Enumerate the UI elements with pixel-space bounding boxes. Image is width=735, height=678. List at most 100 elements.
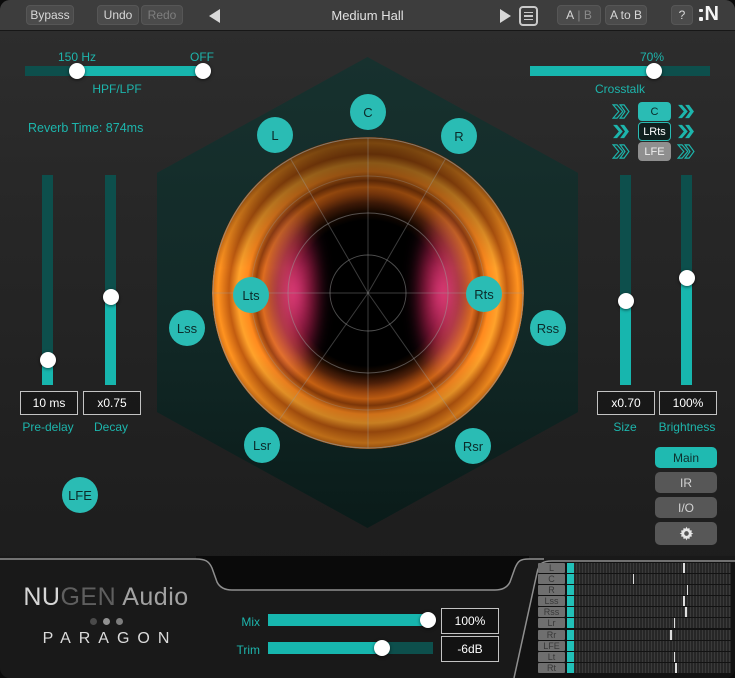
chevron-right-icon[interactable] [677,104,695,119]
settings-button[interactable] [655,522,717,545]
meter-level [567,563,574,573]
help-button[interactable]: ? [671,5,693,25]
peak-marker [675,663,677,673]
peak-marker [683,596,685,606]
product-name: PARAGON [0,630,212,648]
decay-handle[interactable] [103,289,119,305]
meter-label: C [538,574,565,584]
mix-value[interactable]: 100% [441,608,499,634]
crosstalk-label: Crosstalk [580,82,660,96]
decay-slider[interactable] [105,175,116,385]
brightness-handle[interactable] [679,270,695,286]
chevron-right-icon[interactable] [677,124,695,139]
lpf-value-label: OFF [172,50,232,64]
meter-label: R [538,585,565,595]
size-value[interactable]: x0.70 [597,391,655,415]
hpf-lpf-slider[interactable] [25,66,210,76]
meter-label: Lss [538,596,565,606]
title-bar: Bypass Undo Redo Medium Hall A | B A to … [0,0,735,31]
meter-level [567,630,574,640]
mix-label: Mix [226,615,260,629]
undo-button[interactable]: Undo [97,5,139,25]
channel-button-lss[interactable]: Lss [169,310,205,346]
trim-value[interactable]: -6dB [441,636,499,662]
brightness-value[interactable]: 100% [659,391,717,415]
meter-label: LFE [538,641,565,651]
channel-button-lfe[interactable]: LFE [62,477,98,513]
meter-row-lt: Lt [538,652,731,662]
meter-row-rss: Rss [538,607,731,617]
meter-label: Lr [538,618,565,628]
preset-name[interactable]: Medium Hall [280,0,455,30]
previous-preset-icon[interactable] [209,9,220,23]
meter-level [567,641,574,651]
meter-bar [567,652,731,662]
chevron-left-icon[interactable] [612,144,630,159]
tab-main[interactable]: Main [655,447,717,468]
trim-slider[interactable] [268,642,433,654]
nugen-logo: N [699,3,719,26]
hpf-lpf-fill [77,66,203,76]
tab-ir[interactable]: IR [655,472,717,493]
tab-io[interactable]: I/O [655,497,717,518]
lpf-handle[interactable] [195,63,211,79]
channel-button-r[interactable]: R [441,118,477,154]
logo-letter: N [705,3,719,26]
meter-level [567,652,574,662]
next-preset-icon[interactable] [500,9,511,23]
meter-label: Rss [538,607,565,617]
meter-row-l: L [538,563,731,573]
a-to-b-button[interactable]: A to B [605,5,647,25]
chevron-left-icon[interactable] [612,104,630,119]
meter-bar [567,574,731,584]
preset-list-icon[interactable] [519,6,538,26]
bypass-button[interactable]: Bypass [26,5,74,25]
decay-label: Decay [71,420,151,434]
channel-button-c[interactable]: C [350,94,386,130]
meter-label: Rt [538,663,565,673]
ab-compare-button[interactable]: A | B [557,5,601,25]
pre-delay-handle[interactable] [40,352,56,368]
crosstalk-slider[interactable] [530,66,710,76]
channel-button-rsr[interactable]: Rsr [455,428,491,464]
channel-button-lsr[interactable]: Lsr [244,427,280,463]
channel-button-rss[interactable]: Rss [530,310,566,346]
chevron-left-icon[interactable] [612,124,630,139]
channel-button-rts[interactable]: Rts [466,276,502,312]
hpf-handle[interactable] [69,63,85,79]
decay-fill [105,297,116,385]
routing-button-lfe[interactable]: LFE [638,142,671,161]
peak-marker [685,607,687,617]
routing-button-c[interactable]: C [638,102,671,121]
size-fill [620,301,631,385]
channel-button-l[interactable]: L [257,117,293,153]
meter-bar [567,596,731,606]
chevron-right-icon[interactable] [677,144,695,159]
meter-bar [567,641,731,651]
meter-row-rt: Rt [538,663,731,673]
mix-handle[interactable] [420,612,436,628]
pre-delay-value[interactable]: 10 ms [20,391,78,415]
reverb-time-readout: Reverb Time: 874ms [28,121,143,135]
crosstalk-handle[interactable] [646,63,662,79]
brightness-label: Brightness [647,420,727,434]
meter-label: Rr [538,630,565,640]
meter-bar [567,618,731,628]
output-meters: LCRLssRssLr RrLFELtRt [538,563,731,674]
mix-slider[interactable] [268,614,433,626]
peak-marker [683,563,685,573]
redo-button[interactable]: Redo [141,5,183,25]
crosstalk-value: 70% [622,50,682,64]
meter-row-rr: Rr [538,630,731,640]
decay-value[interactable]: x0.75 [83,391,141,415]
routing-button-lrts[interactable]: LRts [638,122,671,141]
size-handle[interactable] [618,293,634,309]
brand-wordmark: NUGEN Audio [0,583,212,612]
peak-marker [674,618,676,628]
size-slider[interactable] [620,175,631,385]
meter-level [567,607,574,617]
trim-handle[interactable] [374,640,390,656]
footer-panel: NUGEN Audio PARAGON Mix 100% Trim -6dB L… [0,556,735,678]
channel-button-lts[interactable]: Lts [233,277,269,313]
crosstalk-fill [530,66,654,76]
